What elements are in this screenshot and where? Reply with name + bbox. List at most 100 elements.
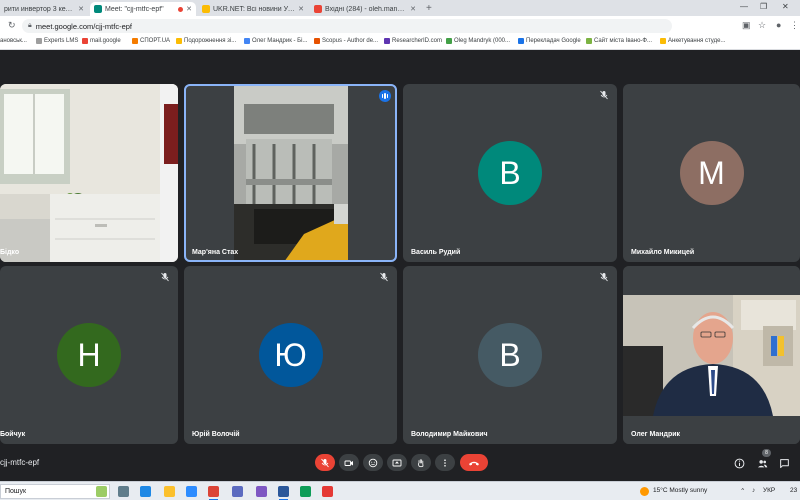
speaking-indicator-icon [379, 90, 391, 102]
taskbar-search-box[interactable]: Пошук [0, 484, 110, 499]
mic-off-icon [380, 272, 388, 282]
ukrnet-icon [202, 5, 210, 13]
participant-tile[interactable]: Олег Мандрик [623, 266, 800, 444]
participant-name: Олег Мандрик [631, 431, 681, 438]
close-icon[interactable]: ✕ [298, 5, 304, 13]
tray-chevron-icon[interactable]: ⌃ [740, 487, 745, 495]
weather-text[interactable]: 15°C Mostly sunny [653, 487, 707, 494]
participant-tile[interactable]: В Володимир Майкович [403, 266, 617, 444]
mic-toggle-button[interactable] [315, 454, 335, 471]
bookmark-item[interactable]: Подорожнення зі... [176, 38, 236, 44]
raise-hand-button[interactable] [411, 454, 431, 471]
participant-avatar: В [478, 141, 542, 205]
restore-icon[interactable]: ❐ [760, 2, 767, 11]
volume-icon[interactable]: ♪ [752, 487, 755, 494]
tab-gmail[interactable]: Вхідні (284) - oleh.mandryk@nu ✕ [310, 2, 420, 16]
chrome-profile-icon[interactable] [322, 486, 333, 497]
profile-icon[interactable]: ● [776, 20, 781, 30]
tab-meet[interactable]: Meet: "cjj-mtfc-epf" ✕ [90, 2, 196, 16]
tab-label: Вхідні (284) - oleh.mandryk@nu [325, 5, 408, 13]
tab-ukrnet[interactable]: UKR.NET: Всі новини України, о ✕ [198, 2, 308, 16]
participant-avatar: М [679, 141, 744, 205]
participant-avatar: В [478, 323, 542, 387]
bookmark-item[interactable]: ResearcherID.com [384, 38, 442, 44]
close-icon[interactable]: ✕ [410, 5, 416, 13]
bookmark-item[interactable]: Oleg Mandryk (000... [446, 38, 510, 44]
zoom-icon[interactable] [186, 486, 197, 497]
call-end-icon [469, 461, 479, 465]
participant-name: Бідко [0, 249, 20, 256]
file-explorer-icon[interactable] [164, 486, 175, 497]
gmail-icon [314, 5, 322, 13]
bookmark-icon [384, 38, 390, 44]
people-button[interactable] [755, 456, 769, 470]
chat-icon [779, 458, 789, 468]
chat-button[interactable] [777, 456, 791, 470]
office-video-feed [0, 84, 178, 262]
videocam-icon [344, 460, 353, 466]
close-icon[interactable]: ✕ [186, 5, 192, 13]
edge-icon[interactable] [140, 486, 151, 497]
omnibox[interactable]: 🔒︎ meet.google.com/cjj-mtfc-epf [22, 19, 672, 33]
keyboard-language[interactable]: УКР [763, 487, 775, 494]
participant-tile[interactable]: Н Бойчук [0, 266, 178, 444]
bookmark-icon [132, 38, 138, 44]
camera-toggle-button[interactable] [339, 454, 359, 471]
participant-avatar: Н [57, 323, 121, 387]
meeting-info-button[interactable] [732, 456, 746, 470]
meet-icon [94, 5, 102, 13]
bookmark-item[interactable]: Олег Мандрик - Бі... [244, 38, 307, 44]
meeting-code: cjj-mtfc-epf [0, 458, 40, 467]
participant-tile-speaking[interactable]: Мар'яна Стах [184, 84, 397, 262]
bookmark-item[interactable]: Анкетування студе... [660, 38, 725, 44]
tab-inverter[interactable]: рити инвертор 3 кет в Івано-Ф ✕ [0, 2, 88, 16]
bookmark-icon [176, 38, 182, 44]
participant-tile[interactable]: В Василь Рудий [403, 84, 617, 262]
equipment-video-feed [184, 84, 397, 262]
mic-off-icon [161, 272, 169, 282]
participant-tile[interactable]: Ю Юрій Волочій [184, 266, 397, 444]
viber-icon[interactable] [256, 486, 267, 497]
more-vert-icon [444, 458, 446, 467]
bookmark-icon [36, 38, 42, 44]
task-view-icon[interactable] [118, 486, 129, 497]
chrome-icon[interactable] [208, 486, 219, 500]
emoji-icon [368, 458, 378, 467]
bookmark-item[interactable]: ановськ... [0, 38, 27, 44]
new-tab-button[interactable]: + [426, 3, 432, 14]
present-screen-button[interactable] [387, 454, 407, 471]
menu-icon[interactable]: ⋮ [790, 20, 799, 31]
participant-tile[interactable]: Бідко [0, 84, 178, 262]
taskbar-search-text: Пошук [5, 488, 27, 495]
reload-icon[interactable]: ↻ [8, 20, 16, 31]
bookmark-item[interactable]: Experts LMS [36, 38, 78, 44]
present-to-all-icon [392, 459, 402, 466]
close-icon[interactable]: ✕ [78, 5, 84, 13]
camera-indicator-icon[interactable]: ▣ [742, 20, 751, 31]
bookmark-item[interactable]: mail.google [82, 38, 121, 44]
participant-tile[interactable]: М Михайло Микицей [623, 84, 800, 262]
word-icon[interactable] [278, 486, 289, 500]
leave-call-button[interactable] [460, 454, 488, 471]
clock[interactable]: 23 [790, 487, 797, 494]
more-options-button[interactable] [435, 454, 455, 471]
participant-name: Володимир Майкович [411, 431, 488, 438]
bookmark-item[interactable]: Scopus - Author de... [314, 38, 378, 44]
bookmark-item[interactable]: Сайт міста Івано-Ф... [586, 38, 652, 44]
minimize-icon[interactable]: — [740, 2, 748, 11]
bookmark-item[interactable]: СПОРТ.UA [132, 38, 170, 44]
spreadsheet-icon[interactable] [300, 486, 311, 497]
bookmark-item[interactable]: Перекладач Google [518, 38, 581, 44]
bookmark-star-icon[interactable]: ☆ [758, 20, 766, 31]
mic-off-icon [600, 90, 608, 100]
store-icon[interactable] [232, 486, 243, 497]
weather-icon[interactable] [640, 487, 649, 496]
reactions-button[interactable] [363, 454, 383, 471]
participant-name: Бойчук [0, 431, 26, 438]
person-video-feed [623, 266, 800, 444]
url-text: meet.google.com/cjj-mtfc-epf [35, 21, 133, 31]
windows-taskbar: Пошук 15°C Mostly sunny ⌃ ♪ УКР 23 [0, 481, 800, 500]
close-window-icon[interactable]: ✕ [782, 2, 789, 11]
mic-off-icon [321, 458, 329, 467]
bookmark-icon [586, 38, 592, 44]
